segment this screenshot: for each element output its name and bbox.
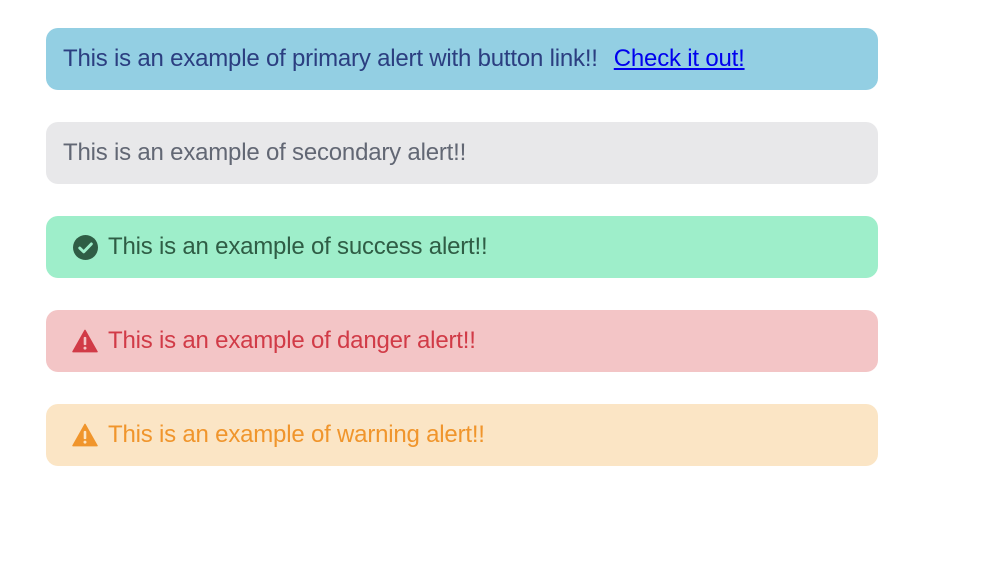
warning-triangle-icon [72, 422, 98, 448]
alert-list: This is an example of primary alert with… [46, 28, 878, 498]
warning-triangle-icon [72, 328, 98, 354]
alert-danger-text: This is an example of danger alert!! [108, 327, 476, 354]
alert-success-text: This is an example of success alert!! [108, 233, 488, 260]
alert-primary-text: This is an example of primary alert with… [63, 45, 598, 72]
alert-warning-text: This is an example of warning alert!! [108, 421, 485, 448]
alert-secondary: This is an example of secondary alert!! [46, 122, 878, 184]
alert-danger: This is an example of danger alert!! [46, 310, 878, 372]
alert-secondary-text: This is an example of secondary alert!! [63, 139, 467, 166]
check-circle-icon [72, 234, 98, 260]
check-it-out-link[interactable]: Check it out! [614, 45, 745, 73]
alert-warning: This is an example of warning alert!! [46, 404, 878, 466]
alert-success: This is an example of success alert!! [46, 216, 878, 278]
alert-primary: This is an example of primary alert with… [46, 28, 878, 90]
